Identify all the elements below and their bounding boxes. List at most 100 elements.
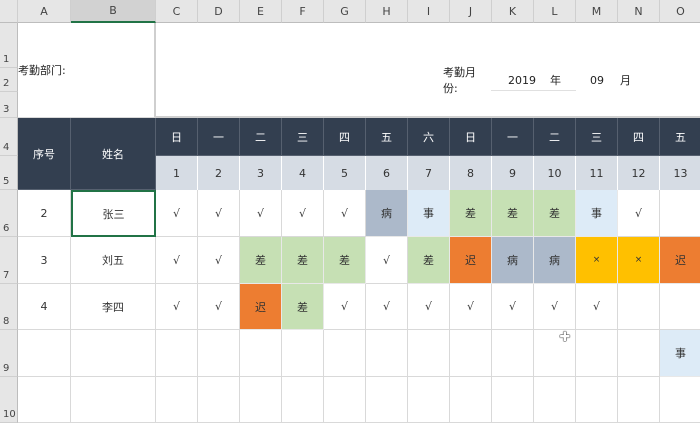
attendance-cell[interactable] (576, 330, 618, 377)
attendance-cell[interactable] (576, 377, 618, 423)
row-header-9[interactable]: 9 (0, 330, 18, 377)
attendance-cell[interactable] (156, 330, 198, 377)
column-header-F[interactable]: F (282, 0, 324, 23)
attendance-cell[interactable]: 差 (240, 237, 282, 284)
attendance-cell[interactable] (240, 330, 282, 377)
row-header-4[interactable]: 4 (0, 118, 18, 156)
seq-cell[interactable]: 2 (18, 190, 71, 237)
column-header-B[interactable]: B (71, 0, 156, 23)
name-cell[interactable]: 张三 (71, 190, 156, 237)
attendance-cell[interactable] (450, 377, 492, 423)
attendance-cell[interactable]: 迟 (450, 237, 492, 284)
attendance-cell[interactable] (198, 377, 240, 423)
row-header-8[interactable]: 8 (0, 284, 18, 330)
attendance-cell[interactable]: √ (366, 284, 408, 330)
column-header-M[interactable]: M (576, 0, 618, 23)
attendance-cell[interactable] (534, 377, 576, 423)
row-header-10[interactable]: 10 (0, 377, 18, 423)
column-header-L[interactable]: L (534, 0, 576, 23)
attendance-cell[interactable]: √ (198, 190, 240, 237)
attendance-cell[interactable]: 病 (492, 237, 534, 284)
attendance-cell[interactable]: 差 (492, 190, 534, 237)
attendance-cell[interactable]: 事 (576, 190, 618, 237)
attendance-cell[interactable] (240, 377, 282, 423)
department-cell[interactable]: 考勤部门: (18, 23, 156, 118)
attendance-cell[interactable]: 迟 (660, 237, 700, 284)
column-header-G[interactable]: G (324, 0, 366, 23)
seq-cell[interactable] (18, 377, 71, 423)
attendance-cell[interactable] (282, 377, 324, 423)
attendance-cell[interactable]: 差 (282, 237, 324, 284)
attendance-cell[interactable]: 差 (408, 237, 450, 284)
attendance-cell[interactable] (492, 330, 534, 377)
row-header-7[interactable]: 7 (0, 237, 18, 284)
attendance-cell[interactable]: √ (324, 190, 366, 237)
year-value[interactable]: 2019 (508, 68, 548, 92)
attendance-cell[interactable]: 病 (534, 237, 576, 284)
attendance-cell[interactable]: √ (618, 190, 660, 237)
attendance-cell[interactable]: × (576, 237, 618, 284)
row-header-6[interactable]: 6 (0, 190, 18, 237)
attendance-cell[interactable] (618, 284, 660, 330)
column-header-N[interactable]: N (618, 0, 660, 23)
attendance-cell[interactable] (156, 377, 198, 423)
attendance-cell[interactable]: 差 (324, 237, 366, 284)
attendance-cell[interactable]: √ (534, 284, 576, 330)
column-header-K[interactable]: K (492, 0, 534, 23)
attendance-cell[interactable]: √ (450, 284, 492, 330)
row-header-3[interactable]: 3 (0, 92, 18, 118)
attendance-cell[interactable]: √ (492, 284, 534, 330)
attendance-cell[interactable] (618, 330, 660, 377)
attendance-cell[interactable] (324, 377, 366, 423)
attendance-cell[interactable]: 迟 (240, 284, 282, 330)
attendance-cell[interactable] (198, 330, 240, 377)
attendance-cell[interactable] (492, 377, 534, 423)
attendance-cell[interactable]: 事 (660, 330, 700, 377)
attendance-cell[interactable]: √ (198, 284, 240, 330)
seq-cell[interactable]: 3 (18, 237, 71, 284)
attendance-cell[interactable] (408, 377, 450, 423)
column-header-C[interactable]: C (156, 0, 198, 23)
attendance-cell[interactable] (660, 190, 700, 237)
attendance-cell[interactable]: √ (156, 237, 198, 284)
attendance-cell[interactable]: √ (366, 237, 408, 284)
attendance-cell[interactable] (366, 377, 408, 423)
column-header-A[interactable]: A (18, 0, 71, 23)
attendance-cell[interactable] (618, 377, 660, 423)
attendance-cell[interactable]: √ (282, 190, 324, 237)
column-header-E[interactable]: E (240, 0, 282, 23)
row-header-1[interactable]: 1 (0, 23, 18, 68)
attendance-cell[interactable] (660, 284, 700, 330)
name-cell[interactable] (71, 330, 156, 377)
column-header-D[interactable]: D (198, 0, 240, 23)
column-header-J[interactable]: J (450, 0, 492, 23)
column-header-O[interactable]: O (660, 0, 700, 23)
name-cell[interactable]: 李四 (71, 284, 156, 330)
column-header-H[interactable]: H (366, 0, 408, 23)
attendance-cell[interactable] (282, 330, 324, 377)
attendance-cell[interactable]: √ (156, 190, 198, 237)
attendance-cell[interactable] (408, 330, 450, 377)
seq-cell[interactable] (18, 330, 71, 377)
attendance-cell[interactable]: × (618, 237, 660, 284)
attendance-cell[interactable]: 差 (282, 284, 324, 330)
row-header-5[interactable]: 5 (0, 156, 18, 190)
row-header-2[interactable]: 2 (0, 68, 18, 92)
select-all-corner[interactable] (0, 0, 18, 23)
attendance-cell[interactable]: 差 (534, 190, 576, 237)
attendance-cell[interactable]: √ (408, 284, 450, 330)
attendance-cell[interactable] (450, 330, 492, 377)
name-cell[interactable]: 刘五 (71, 237, 156, 284)
attendance-cell[interactable] (324, 330, 366, 377)
attendance-cell[interactable] (366, 330, 408, 377)
attendance-cell[interactable]: 差 (450, 190, 492, 237)
attendance-cell[interactable]: √ (156, 284, 198, 330)
column-header-I[interactable]: I (408, 0, 450, 23)
attendance-cell[interactable]: √ (240, 190, 282, 237)
name-cell[interactable] (71, 377, 156, 423)
attendance-cell[interactable]: 事 (408, 190, 450, 237)
seq-cell[interactable]: 4 (18, 284, 71, 330)
attendance-cell[interactable]: 病 (366, 190, 408, 237)
attendance-cell[interactable]: √ (198, 237, 240, 284)
attendance-cell[interactable] (660, 377, 700, 423)
